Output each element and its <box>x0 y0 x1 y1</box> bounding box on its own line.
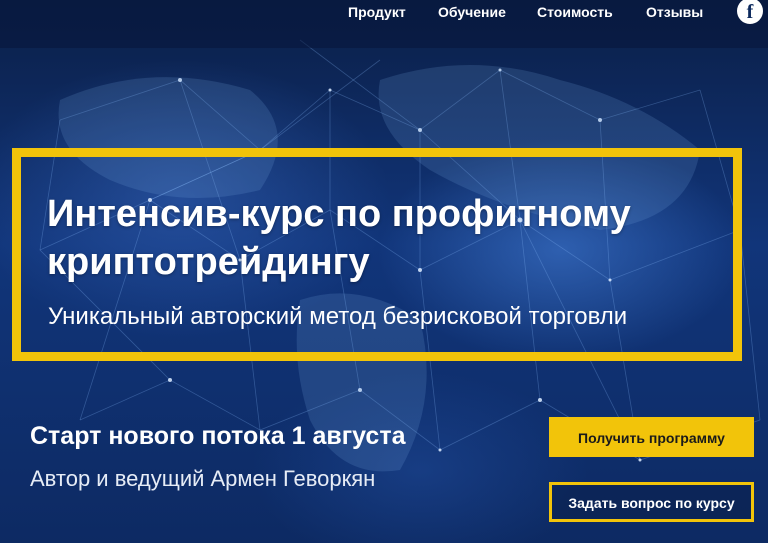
ask-question-button[interactable]: Задать вопрос по курсу <box>549 482 754 522</box>
facebook-icon[interactable]: f <box>737 0 763 24</box>
start-date-heading: Старт нового потока 1 августа <box>30 422 406 450</box>
course-title: Интенсив-курс по профитному криптотрейди… <box>47 193 631 283</box>
nav-link-training[interactable]: Обучение <box>438 4 506 22</box>
nav-link-reviews[interactable]: Отзывы <box>646 4 703 22</box>
nav-link-pricing[interactable]: Стоимость <box>537 4 613 22</box>
course-subtitle: Уникальный авторский метод безрисковой т… <box>48 303 628 330</box>
nav-link-product[interactable]: Продукт <box>348 4 406 22</box>
top-navigation-bar: Продукт Обучение Стоимость Отзывы f <box>0 0 768 48</box>
get-program-button[interactable]: Получить программу <box>549 417 754 457</box>
author-line: Автор и ведущий Армен Геворкян <box>30 466 376 491</box>
